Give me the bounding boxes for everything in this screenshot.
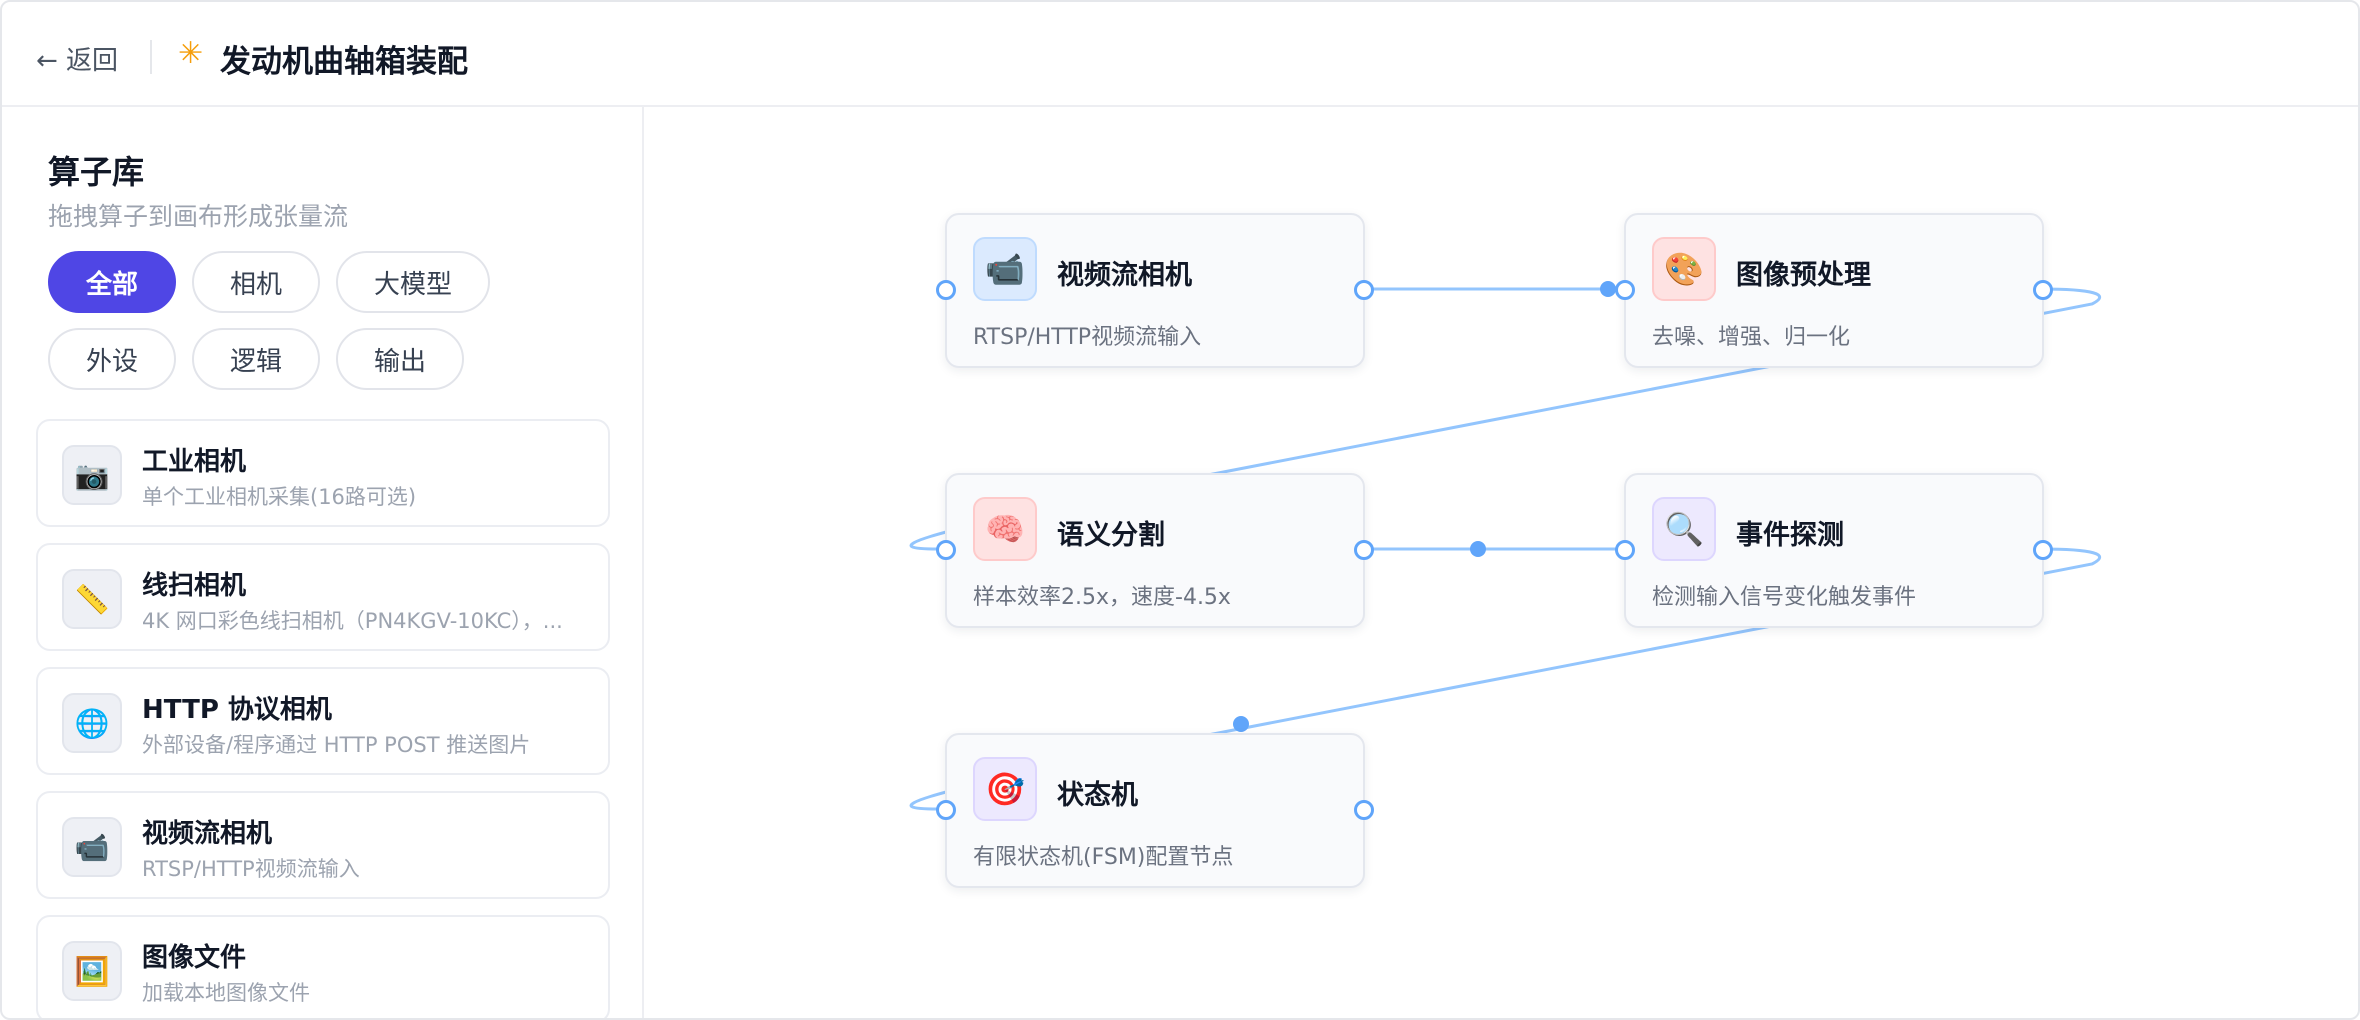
app-window: ← 返回 ✳ 发动机曲轴箱装配 算子库 拖拽算子到画布形成张量流 全部 相机 大…	[0, 0, 2360, 1020]
operator-card-line-scan-camera[interactable]: 📏 线扫相机 4K 网口彩色线扫相机（PN4KGV-10KC），...	[36, 543, 610, 651]
flow-node-video-stream-camera[interactable]: 📹 视频流相机 RTSP/HTTP视频流输入	[936, 213, 1374, 368]
node-desc: 有限状态机(FSM)配置节点	[973, 845, 1234, 870]
operator-card-http-camera[interactable]: 🌐 HTTP 协议相机 外部设备/程序通过 HTTP POST 推送图片	[36, 667, 610, 775]
operator-name: 视频流相机	[142, 819, 273, 849]
node-title: 视频流相机	[1057, 260, 1192, 291]
operator-desc: 单个工业相机采集(16路可选)	[142, 485, 417, 509]
flow-node-event-detection[interactable]: 🔍 事件探测 检测输入信号变化触发事件	[1615, 473, 2053, 628]
output-port[interactable]	[2033, 540, 2053, 560]
node-title: 状态机	[1057, 780, 1138, 811]
operator-card-image-file[interactable]: 🖼️ 图像文件 加载本地图像文件	[36, 915, 610, 1018]
output-port[interactable]	[1354, 280, 1374, 300]
input-port[interactable]	[936, 540, 956, 560]
node-desc: 检测输入信号变化触发事件	[1652, 585, 1917, 610]
operator-desc: 加载本地图像文件	[142, 981, 310, 1005]
input-port[interactable]	[936, 800, 956, 820]
page-title: 发动机曲轴箱装配	[220, 44, 468, 80]
magnifier-icon: 🔍	[1652, 497, 1716, 561]
node-title: 语义分割	[1057, 520, 1165, 551]
camera-icon: 📷	[62, 445, 122, 505]
filter-chip-camera[interactable]: 相机	[192, 251, 320, 313]
operator-name: 线扫相机	[142, 571, 247, 601]
operator-card-video-stream-camera[interactable]: 📹 视频流相机 RTSP/HTTP视频流输入	[36, 791, 610, 899]
library-subtitle: 拖拽算子到画布形成张量流	[48, 202, 349, 231]
input-port[interactable]	[936, 280, 956, 300]
node-title: 事件探测	[1736, 520, 1844, 551]
sparkle-icon: ✳	[178, 36, 204, 71]
library-title: 算子库	[48, 153, 145, 191]
edge-handle	[1600, 281, 1616, 297]
operator-desc: 外部设备/程序通过 HTTP POST 推送图片	[142, 733, 531, 757]
operator-desc: 4K 网口彩色线扫相机（PN4KGV-10KC），...	[142, 609, 563, 633]
filter-chip-large-model[interactable]: 大模型	[336, 251, 490, 313]
filter-chip-logic[interactable]: 逻辑	[192, 328, 320, 390]
globe-icon: 🌐	[62, 693, 122, 753]
flow-node-semantic-segmentation[interactable]: 🧠 语义分割 样本效率2.5x，速度-4.5x	[936, 473, 1374, 628]
input-port[interactable]	[1615, 540, 1635, 560]
brain-icon: 🧠	[973, 497, 1037, 561]
target-icon: 🎯	[973, 757, 1037, 821]
operator-name: HTTP 协议相机	[142, 695, 332, 725]
edge-handle	[1470, 541, 1486, 557]
node-desc: 样本效率2.5x，速度-4.5x	[973, 585, 1231, 610]
filter-chip-output[interactable]: 输出	[336, 328, 464, 390]
edge-handle	[1233, 716, 1249, 732]
node-desc: 去噪、增强、归一化	[1652, 325, 1851, 350]
ruler-icon: 📏	[62, 569, 122, 629]
operator-library-panel: 算子库 拖拽算子到画布形成张量流 全部 相机 大模型 外设 逻辑 输出 📷 工业…	[2, 107, 644, 1018]
picture-icon: 🖼️	[62, 941, 122, 1001]
palette-icon: 🎨	[1652, 237, 1716, 301]
filter-chip-all[interactable]: 全部	[48, 251, 176, 313]
header-divider	[150, 40, 152, 74]
video-camera-icon: 📹	[973, 237, 1037, 301]
filter-chip-peripheral[interactable]: 外设	[48, 328, 176, 390]
operator-desc: RTSP/HTTP视频流输入	[142, 857, 360, 881]
video-camera-icon: 📹	[62, 817, 122, 877]
flow-node-image-preprocess[interactable]: 🎨 图像预处理 去噪、增强、归一化	[1615, 213, 2053, 368]
top-header: ← 返回 ✳ 发动机曲轴箱装配	[2, 2, 2358, 107]
output-port[interactable]	[2033, 280, 2053, 300]
output-port[interactable]	[1354, 800, 1374, 820]
operator-card-industrial-camera[interactable]: 📷 工业相机 单个工业相机采集(16路可选)	[36, 419, 610, 527]
operator-name: 工业相机	[142, 447, 247, 477]
back-button[interactable]: ← 返回	[36, 40, 118, 77]
operator-name: 图像文件	[142, 943, 247, 973]
node-desc: RTSP/HTTP视频流输入	[973, 325, 1202, 350]
node-title: 图像预处理	[1736, 260, 1871, 291]
flow-node-state-machine[interactable]: 🎯 状态机 有限状态机(FSM)配置节点	[936, 733, 1374, 888]
output-port[interactable]	[1354, 540, 1374, 560]
input-port[interactable]	[1615, 280, 1635, 300]
